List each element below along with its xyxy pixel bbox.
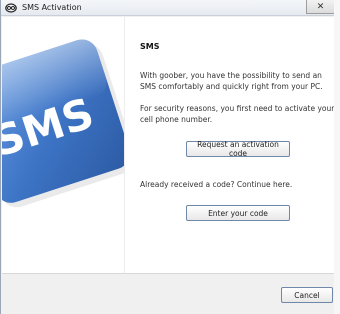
cancel-button[interactable]: Cancel (281, 287, 333, 303)
window-edge (334, 0, 340, 314)
title-bar: SMS Activation ✕ (1, 0, 335, 16)
security-note-text: For security reasons, you first need to … (140, 104, 335, 124)
content-area: SMS SMS With goober, you have the possib… (2, 17, 335, 273)
intro-text: With goober, you have the possibility to… (140, 71, 323, 91)
footer-divider (2, 273, 335, 274)
close-button[interactable]: ✕ (306, 0, 335, 14)
sms-badge-graphic: SMS (2, 39, 124, 208)
app-logo-icon (5, 3, 17, 13)
enter-code-button[interactable]: Enter your code (186, 205, 290, 221)
vertical-divider (124, 17, 125, 273)
section-heading: SMS (140, 42, 160, 51)
sms-graphic: SMS (2, 17, 124, 273)
already-received-text: Already received a code? Continue here. (140, 180, 293, 189)
close-icon: ✕ (316, 1, 325, 12)
sms-activation-window: SMS Activation ✕ SMS SMS With goober, yo… (0, 0, 335, 314)
window-title: SMS Activation (22, 3, 82, 12)
request-activation-code-button[interactable]: Request an activation code (186, 140, 290, 158)
